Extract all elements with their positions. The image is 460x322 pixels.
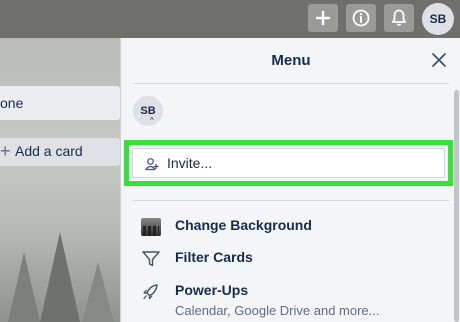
scrollbar[interactable] [454, 90, 459, 322]
power-ups-label: Power-Ups [175, 282, 249, 298]
add-member-icon [145, 158, 159, 171]
divider [133, 200, 449, 201]
invite-button[interactable]: Invite... [132, 148, 445, 178]
notifications-button[interactable] [384, 4, 414, 32]
power-ups-description: Calendar, Google Drive and more... [175, 303, 380, 318]
invite-label: Invite... [167, 155, 213, 171]
close-icon[interactable] [431, 52, 447, 68]
tree-shape [40, 232, 80, 322]
tree-shape [8, 252, 40, 322]
add-card-label: Add a card [15, 143, 83, 159]
admin-badge-icon: ^ [150, 116, 154, 125]
bell-icon [391, 9, 407, 26]
background-thumbnail-icon [141, 218, 161, 236]
top-bar: SB [0, 0, 460, 38]
list-card[interactable]: one [0, 86, 120, 120]
plus-icon [315, 10, 331, 26]
filter-cards-label: Filter Cards [175, 249, 253, 265]
card-title: one [0, 95, 24, 111]
rocket-icon [143, 284, 158, 300]
user-avatar[interactable]: SB [422, 3, 454, 35]
plus-icon: + [0, 141, 11, 161]
board-menu: Menu SB ^ Invite... Change Background Fi… [120, 38, 460, 322]
board-background: one + Add a card [0, 38, 122, 322]
menu-title: Menu [271, 52, 311, 69]
add-button[interactable] [308, 4, 338, 32]
filter-icon [142, 251, 160, 267]
tree-shape [82, 262, 114, 322]
divider [133, 83, 449, 84]
add-card-button[interactable]: + Add a card [0, 138, 120, 166]
member-avatar[interactable]: SB [133, 96, 163, 126]
info-icon [352, 9, 370, 27]
change-background-label: Change Background [175, 217, 312, 233]
info-button[interactable] [346, 4, 376, 32]
